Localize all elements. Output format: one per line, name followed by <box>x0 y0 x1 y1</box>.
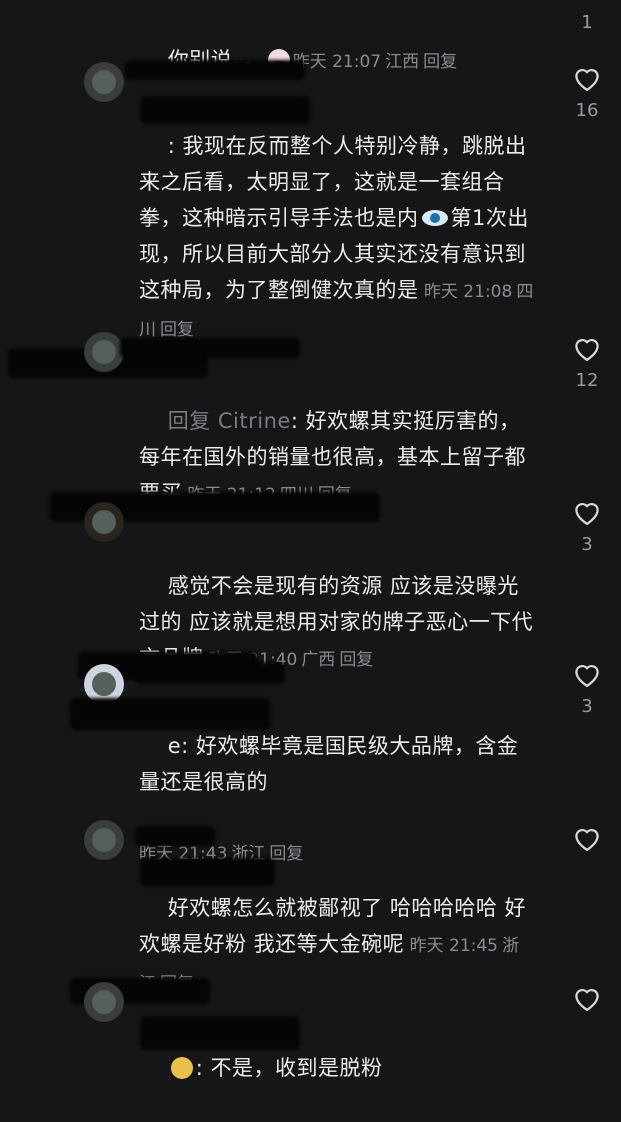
heart-icon <box>575 68 599 91</box>
comment-body: : 不是，收到是脱粉 <box>195 1056 383 1080</box>
heart-icon <box>575 502 599 525</box>
comment-text: 好欢螺怎么就被鄙视了 哈哈哈哈哈 好欢螺是好粉 我还等大金碗呢 昨天 21:45… <box>139 854 539 1038</box>
heart-icon <box>575 338 599 361</box>
thumb-emoji-icon <box>170 1057 193 1079</box>
eye-emoji-icon <box>421 210 448 226</box>
like-button[interactable] <box>567 824 607 852</box>
reply-button[interactable]: 回复 <box>160 320 194 340</box>
avatar[interactable] <box>84 820 124 860</box>
like-count-only: 1 <box>567 12 607 33</box>
comment-time: 昨天 21:45 <box>409 936 498 956</box>
comment-time: 昨天 21:08 <box>423 282 513 302</box>
avatar[interactable] <box>84 502 124 542</box>
like-button[interactable]: 12 <box>567 334 607 391</box>
comment-time: 昨天 21:07 <box>292 52 382 72</box>
avatar[interactable] <box>84 332 124 372</box>
like-count: 12 <box>575 370 599 391</box>
avatar[interactable] <box>84 62 124 102</box>
like-button[interactable]: 3 <box>567 498 607 555</box>
redacted-username <box>120 338 300 358</box>
redacted-username <box>135 662 285 684</box>
avatar[interactable] <box>84 982 124 1022</box>
comment-body: e: 好欢螺毕竟是国民级大品牌，含金量还是很高的 <box>139 734 519 794</box>
heart-icon <box>575 828 599 851</box>
reply-prefix: 回复 Citrine <box>167 409 291 433</box>
like-count: 3 <box>581 696 593 717</box>
reply-button[interactable]: 回复 <box>339 650 373 670</box>
like-button[interactable] <box>567 984 607 1012</box>
like-button[interactable]: 16 <box>567 64 607 121</box>
reply-button[interactable]: 回复 <box>423 52 457 72</box>
comment-text: 感觉不会是现有的资源 应该是没曝光过的 应该就是想用对家的牌子恶心一下代言品牌 … <box>139 532 539 714</box>
like-count: 3 <box>581 534 593 555</box>
heart-icon <box>575 988 599 1011</box>
like-count: 16 <box>575 100 599 121</box>
redacted-username <box>125 60 305 80</box>
heart-icon <box>575 664 599 687</box>
like-button[interactable]: 3 <box>567 660 607 717</box>
like-count: 1 <box>581 12 593 33</box>
comment-text: : 不是，收到是脱粉 <box>139 1014 539 1122</box>
comment-location: 江西 <box>385 52 420 72</box>
comment-location: 广西 <box>301 650 336 670</box>
redacted-username <box>135 826 215 846</box>
